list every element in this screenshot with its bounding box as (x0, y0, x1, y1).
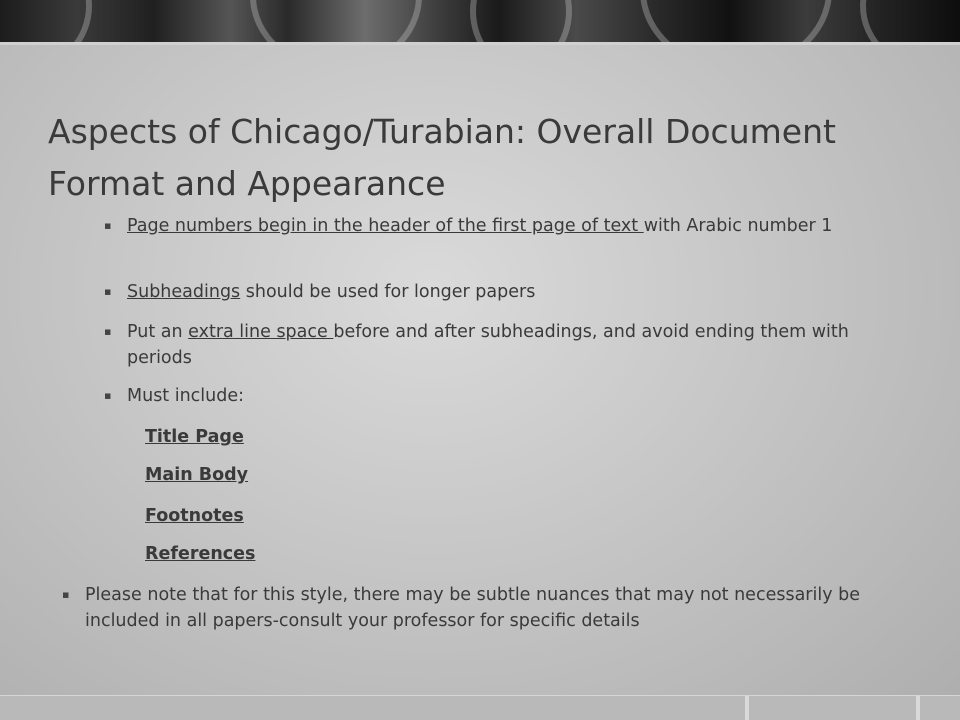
bullet-style-note: ▪ Please note that for this style, there… (62, 582, 922, 634)
bullet-extra-line-space: ▪ Put an extra line space before and aft… (104, 319, 894, 371)
footer-divider (916, 696, 920, 720)
footer-strip (0, 695, 960, 720)
bullet-subheadings: ▪ Subheadings should be used for longer … (104, 279, 904, 305)
must-include-title-page-link[interactable]: Title Page (145, 424, 244, 450)
bullet-icon: ▪ (104, 389, 112, 402)
bullet-page-numbers: ▪ Page numbers begin in the header of th… (104, 213, 904, 239)
slide-content: Aspects of Chicago/Turabian: Overall Doc… (0, 0, 960, 720)
must-include-references-link[interactable]: References (145, 541, 255, 567)
bullet-icon: ▪ (62, 588, 70, 601)
bullet-must-include: ▪ Must include: (104, 383, 894, 409)
footer-divider (745, 696, 749, 720)
subheadings-link[interactable]: Subheadings (127, 282, 240, 302)
extra-line-space-link[interactable]: extra line space (188, 322, 333, 342)
bullet-icon: ▪ (104, 219, 112, 232)
must-include-footnotes-link[interactable]: Footnotes (145, 503, 244, 529)
slide-title: Aspects of Chicago/Turabian: Overall Doc… (48, 112, 836, 203)
bullet-icon: ▪ (104, 285, 112, 298)
page-numbers-link[interactable]: Page numbers begin in the header of the … (127, 216, 644, 236)
must-include-main-body-link[interactable]: Main Body (145, 462, 248, 488)
bullet-icon: ▪ (104, 325, 112, 338)
